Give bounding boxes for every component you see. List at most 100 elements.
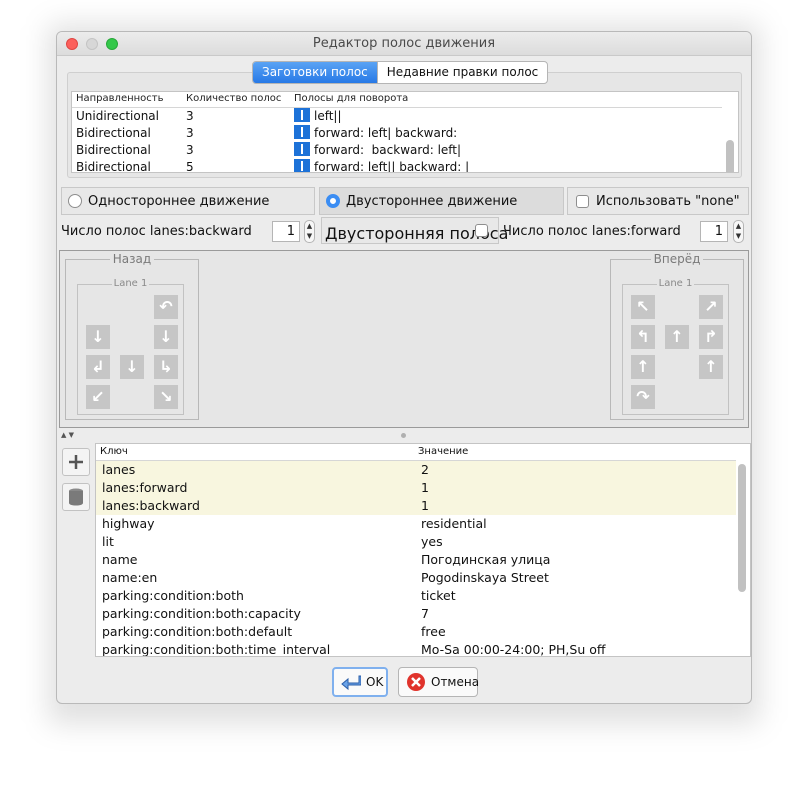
turn-left-arrow-icon[interactable]: ↰ (631, 325, 655, 349)
slight-left-arrow-icon[interactable]: ↓ (86, 325, 110, 349)
tag-value[interactable]: residential (421, 515, 487, 533)
tag-key[interactable]: lanes (102, 461, 135, 479)
tag-value[interactable]: Pogodinskaya Street (421, 569, 549, 587)
use-none-label: Использовать "none" (596, 194, 740, 209)
preset-direction: Bidirectional (76, 160, 151, 173)
tab-bar: Заготовки полос Недавние правки полос (252, 61, 549, 84)
column-header-lane-count[interactable]: Количество полос (186, 93, 281, 104)
turn-right-arrow-icon[interactable]: ↳ (154, 355, 178, 379)
slight-right-arrow-icon[interactable]: ↓ (154, 325, 178, 349)
uturn-arrow-icon[interactable]: ↷ (631, 385, 655, 409)
window-title: Редактор полос движения (312, 36, 496, 51)
splitter-arrows-icon[interactable]: ▲ ▼ (61, 431, 74, 439)
tab-lane-presets[interactable]: Заготовки полос (253, 62, 377, 83)
turn-right-arrow-icon[interactable]: ↱ (699, 325, 723, 349)
table-row[interactable]: lanes:forward 1 (96, 479, 736, 497)
table-row[interactable]: lanes:backward 1 (96, 497, 736, 515)
preset-count: 3 (186, 109, 194, 123)
backward-group-title: Назад (109, 252, 155, 266)
forward-lanes-stepper[interactable]: ▲ ▼ (733, 220, 744, 243)
tag-value[interactable]: 1 (421, 497, 429, 515)
tag-value[interactable]: ticket (421, 587, 456, 605)
ok-arrow-icon (341, 671, 361, 693)
table-row[interactable]: parking:condition:both ticket (96, 587, 736, 605)
twoway-option[interactable]: Двустороннее движение (319, 187, 564, 215)
column-header-value[interactable]: Значение (418, 446, 468, 457)
tag-key[interactable]: lanes:forward (102, 479, 187, 497)
tag-value[interactable]: 1 (421, 479, 429, 497)
tag-value[interactable]: yes (421, 533, 443, 551)
use-none-option[interactable]: Использовать "none" (567, 187, 749, 215)
twoway-lane-checkbox[interactable] (475, 224, 488, 237)
title-bar[interactable]: Редактор полос движения (57, 32, 751, 56)
twoway-lane-option[interactable]: Двусторонняя полоса (321, 217, 508, 244)
slight-right-arrow-icon[interactable]: ↑ (699, 355, 723, 379)
tab-recent-lane-edits[interactable]: Недавние правки полос (376, 62, 548, 83)
through-arrow-icon[interactable]: ↓ (120, 355, 144, 379)
splitter-grip-icon[interactable] (401, 433, 406, 438)
slight-left-arrow-icon[interactable]: ↑ (631, 355, 655, 379)
sharp-left-arrow-icon[interactable]: ↖ (631, 295, 655, 319)
cancel-button[interactable]: Отмена (398, 667, 480, 697)
preset-row[interactable]: Bidirectional 3 forward: backward: left| (72, 142, 722, 159)
presets-scrollbar[interactable] (726, 140, 734, 172)
twoway-radio[interactable] (326, 194, 340, 208)
tag-key[interactable]: parking:condition:both:capacity (102, 605, 301, 623)
preset-row[interactable]: Bidirectional 5 forward: left|| backward… (72, 159, 722, 173)
table-row[interactable]: parking:condition:both:capacity 7 (96, 605, 736, 623)
table-row[interactable]: parking:condition:both:default free (96, 623, 736, 641)
splitter-handle[interactable]: ▲ ▼ (57, 429, 751, 443)
tag-key[interactable]: highway (102, 515, 155, 533)
tag-key[interactable]: parking:condition:both (102, 587, 244, 605)
preset-row[interactable]: Bidirectional 3 forward: left| backward: (72, 125, 722, 142)
table-row[interactable]: parking:condition:both:time_interval Mo-S… (96, 641, 736, 656)
preset-count: 3 (186, 126, 194, 140)
backward-lanes-input[interactable]: 1 (272, 221, 300, 242)
through-arrow-icon[interactable]: ↑ (665, 325, 689, 349)
column-header-turn-lanes[interactable]: Полосы для поворота (294, 93, 408, 104)
tag-key[interactable]: name (102, 551, 137, 569)
oneway-radio[interactable] (68, 194, 82, 208)
tag-value[interactable]: 7 (421, 605, 429, 623)
preset-row[interactable]: Unidirectional 3 left|| (72, 108, 722, 125)
table-row[interactable]: lit yes (96, 533, 736, 551)
tag-key[interactable]: parking:condition:both:default (102, 623, 292, 641)
tag-value[interactable]: 2 (421, 461, 429, 479)
oneway-option[interactable]: Одностороннее движение (61, 187, 315, 215)
tag-value[interactable]: free (421, 623, 446, 641)
backward-lanes-label: Число полос lanes:backward (61, 224, 252, 239)
tag-value[interactable]: Mo-Sa 00:00-24:00; PH,Su off (421, 641, 606, 656)
uturn-arrow-icon[interactable]: ↶ (154, 295, 178, 319)
oneway-label: Одностороннее движение (88, 194, 270, 209)
column-header-direction[interactable]: Направленность (76, 93, 164, 104)
tag-key[interactable]: lit (102, 533, 114, 551)
add-tag-button[interactable] (62, 448, 90, 476)
tags-scrollbar[interactable] (738, 464, 746, 592)
table-row[interactable]: highway residential (96, 515, 736, 533)
forward-lane-title: Lane 1 (656, 278, 695, 289)
table-row[interactable]: lanes 2 (96, 461, 736, 479)
forward-lanes-input[interactable]: 1 (700, 221, 728, 242)
tag-key[interactable]: lanes:backward (102, 497, 200, 515)
sharp-right-arrow-icon[interactable]: ↗ (699, 295, 723, 319)
turn-left-arrow-icon[interactable]: ↲ (86, 355, 110, 379)
table-row[interactable]: name:en Pogodinskaya Street (96, 569, 736, 587)
cancel-label: Отмена (431, 675, 480, 689)
lane-arrows-icon (294, 108, 310, 122)
tag-key[interactable]: parking:condition:both:time_interval (102, 641, 330, 656)
tag-key[interactable]: name:en (102, 569, 157, 587)
sharp-left-arrow-icon[interactable]: ↙ (86, 385, 110, 409)
preset-count: 3 (186, 143, 194, 157)
sharp-right-arrow-icon[interactable]: ↘ (154, 385, 178, 409)
preset-direction: Bidirectional (76, 143, 151, 157)
backward-lanes-stepper[interactable]: ▲ ▼ (304, 220, 315, 243)
column-header-key[interactable]: Ключ (100, 446, 128, 457)
lanes-area: Назад Lane 1 ↶ ↓ ↓ ↲ ↓ ↳ ↙ ↘ Вперёд Lane… (59, 250, 749, 428)
ok-button[interactable]: OK (332, 667, 388, 697)
delete-tag-button[interactable] (62, 483, 90, 511)
table-row[interactable]: name Погодинская улица (96, 551, 736, 569)
use-none-checkbox[interactable] (576, 195, 589, 208)
lane-editor-window: Редактор полос движения Заготовки полос … (56, 31, 752, 704)
tags-table: Ключ Значение lanes 2 lanes:forward 1 lane… (95, 443, 751, 657)
tag-value[interactable]: Погодинская улица (421, 551, 550, 569)
